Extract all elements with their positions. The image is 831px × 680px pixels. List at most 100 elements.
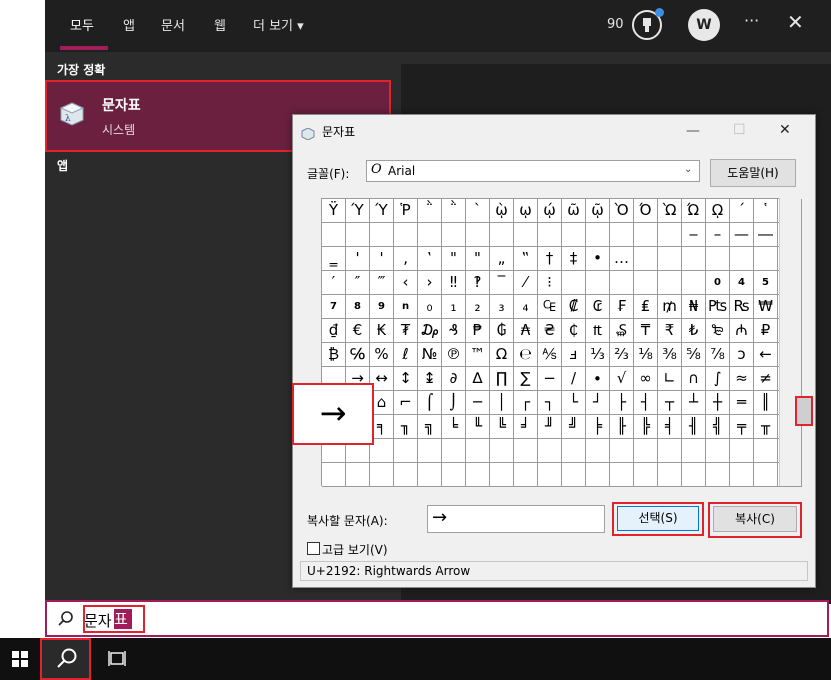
character-cell[interactable]: ⌠ [418, 391, 442, 415]
character-cell[interactable] [754, 463, 778, 487]
character-cell[interactable]: ₰ [442, 319, 466, 343]
task-view-icon[interactable] [108, 650, 126, 668]
character-cell[interactable]: ╣ [706, 415, 730, 439]
character-cell[interactable]: ⅝ [682, 343, 706, 367]
character-cell[interactable]: ‛ [418, 247, 442, 271]
character-cell[interactable] [562, 439, 586, 463]
character-cell[interactable]: ┘ [586, 391, 610, 415]
character-cell[interactable]: ∞ [634, 367, 658, 391]
character-cell[interactable] [658, 271, 682, 295]
character-cell[interactable]: 4 [730, 271, 754, 295]
character-cell[interactable] [514, 463, 538, 487]
character-cell[interactable]: ″ [346, 271, 370, 295]
character-cell[interactable]: ⌐ [394, 391, 418, 415]
help-button[interactable]: 도움말(H) [710, 159, 796, 187]
character-cell[interactable] [682, 463, 706, 487]
character-cell[interactable]: ┐ [538, 391, 562, 415]
tab-documents[interactable]: 문서 [161, 15, 185, 34]
character-cell[interactable] [658, 247, 682, 271]
character-cell[interactable]: Ÿ [322, 199, 346, 223]
character-cell[interactable]: ╢ [682, 415, 706, 439]
character-cell[interactable] [730, 247, 754, 271]
character-cell[interactable]: – [706, 223, 730, 247]
character-cell[interactable]: † [538, 247, 562, 271]
character-cell[interactable]: ≠ [754, 367, 778, 391]
character-cell[interactable]: ℮ [514, 343, 538, 367]
character-cell[interactable]: ₳ [514, 319, 538, 343]
character-cell[interactable]: ₴ [538, 319, 562, 343]
character-cell[interactable] [586, 439, 610, 463]
character-cell[interactable]: ´ [730, 199, 754, 223]
character-cell[interactable] [442, 223, 466, 247]
character-cell[interactable]: ⅞ [706, 343, 730, 367]
character-cell[interactable]: ╞ [586, 415, 610, 439]
chevron-down-icon[interactable]: ⌄ [684, 164, 692, 175]
character-cell[interactable]: ₹ [658, 319, 682, 343]
character-cell[interactable]: ™ [466, 343, 490, 367]
character-cell[interactable]: " [466, 247, 490, 271]
character-cell[interactable]: ∩ [682, 367, 706, 391]
windows-start-icon[interactable] [12, 651, 28, 667]
character-cell[interactable]: ├ [610, 391, 634, 415]
character-cell[interactable]: Ῥ [394, 199, 418, 223]
character-cell[interactable]: ⅓ [586, 343, 610, 367]
character-cell[interactable]: ₺ [682, 319, 706, 343]
character-cell[interactable]: ῷ [586, 199, 610, 223]
character-cell[interactable]: ― [754, 223, 778, 247]
character-cell[interactable]: ╘ [442, 415, 466, 439]
character-cell[interactable]: ₶ [586, 319, 610, 343]
character-cell[interactable] [658, 463, 682, 487]
character-cell[interactable]: ₡ [562, 295, 586, 319]
character-cell[interactable] [658, 223, 682, 247]
character-cell[interactable] [586, 271, 610, 295]
character-cell[interactable] [610, 223, 634, 247]
character-cell[interactable] [370, 463, 394, 487]
character-cell[interactable] [562, 463, 586, 487]
character-cell[interactable]: ₫ [322, 319, 346, 343]
character-cell[interactable]: € [346, 319, 370, 343]
character-grid[interactable]: ŸΎΎῬ῭῭`ῲῳῴῶῷῸΌῺΏῼ´῾‒–—―‖‗''‚‛""„‟†‡•…‰′″… [321, 198, 802, 487]
character-cell[interactable]: 5 [754, 271, 778, 295]
character-cell[interactable]: ↕ [394, 367, 418, 391]
character-cell[interactable]: ₤ [634, 295, 658, 319]
character-cell[interactable] [466, 439, 490, 463]
character-cell[interactable]: … [610, 247, 634, 271]
character-cell[interactable]: ∏ [490, 367, 514, 391]
character-cell[interactable]: ╙ [466, 415, 490, 439]
character-cell[interactable]: ⅜ [658, 343, 682, 367]
select-button[interactable]: 선택(S) [617, 506, 699, 531]
character-cell[interactable] [394, 223, 418, 247]
character-cell[interactable] [610, 271, 634, 295]
character-cell[interactable]: ‽ [466, 271, 490, 295]
character-cell[interactable]: √ [610, 367, 634, 391]
character-cell[interactable]: ῭ [442, 199, 466, 223]
character-cell[interactable]: ╜ [538, 415, 562, 439]
character-cell[interactable]: Ύ [370, 199, 394, 223]
character-cell[interactable] [538, 439, 562, 463]
character-cell[interactable] [706, 247, 730, 271]
character-cell[interactable]: ‟ [514, 247, 538, 271]
character-cell[interactable]: ₨ [730, 295, 754, 319]
character-cell[interactable] [538, 223, 562, 247]
character-cell[interactable]: ∙ [586, 367, 610, 391]
character-cell[interactable] [538, 463, 562, 487]
character-cell[interactable]: ╠ [634, 415, 658, 439]
character-cell[interactable]: ₱ [466, 319, 490, 343]
character-cell[interactable]: ′ [322, 271, 346, 295]
character-cell[interactable]: ῴ [538, 199, 562, 223]
font-select[interactable] [366, 160, 700, 182]
character-cell[interactable]: ← [754, 343, 778, 367]
character-cell[interactable]: n [394, 295, 418, 319]
avatar[interactable]: W [688, 9, 720, 41]
character-cell[interactable]: ‒ [682, 223, 706, 247]
character-cell[interactable] [586, 223, 610, 247]
character-cell[interactable]: 9 [370, 295, 394, 319]
character-cell[interactable]: ┬ [658, 391, 682, 415]
character-cell[interactable]: ' [370, 247, 394, 271]
character-cell[interactable]: ‡ [562, 247, 586, 271]
character-cell[interactable]: ‾ [490, 271, 514, 295]
character-cell[interactable]: ‹ [394, 271, 418, 295]
character-cell[interactable] [634, 271, 658, 295]
character-cell[interactable]: ┼ [706, 391, 730, 415]
character-cell[interactable] [346, 463, 370, 487]
